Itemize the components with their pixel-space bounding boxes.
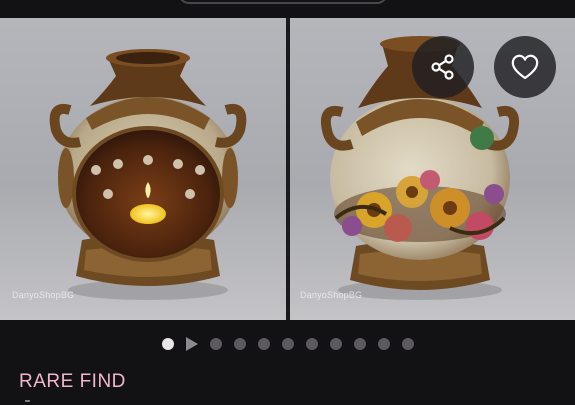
- pagination-dot-8[interactable]: [329, 338, 342, 350]
- heart-icon: [511, 54, 539, 80]
- pagination-dot-1[interactable]: [161, 338, 174, 350]
- share-icon: [431, 54, 454, 80]
- favorite-button[interactable]: [494, 36, 556, 98]
- pagination-dot-3[interactable]: [209, 338, 222, 350]
- play-video-icon[interactable]: [185, 337, 198, 351]
- pagination-dot-10[interactable]: [377, 338, 390, 350]
- vase-candle-image: [49, 49, 247, 300]
- pagination-dot-7[interactable]: [305, 338, 318, 350]
- rare-find-badge: RARE FIND: [19, 371, 126, 392]
- pagination-dot-11[interactable]: [401, 338, 414, 350]
- watermark-text: DanyoShopBG: [300, 290, 363, 300]
- pagination-dot-5[interactable]: [257, 338, 270, 350]
- gallery-photo-1[interactable]: DanyoShopBG: [0, 18, 286, 320]
- pagination-dot-4[interactable]: [233, 338, 246, 350]
- photo-gallery[interactable]: DanyoShopBG DanyoShopBG: [0, 18, 575, 320]
- share-button[interactable]: [412, 36, 474, 98]
- pagination-dot-6[interactable]: [281, 338, 294, 350]
- gallery-pagination[interactable]: [0, 334, 575, 354]
- top-pill: [178, 0, 388, 4]
- text-stub: [25, 400, 30, 402]
- pagination-dot-9[interactable]: [353, 338, 366, 350]
- watermark-text: DanyoShopBG: [12, 290, 75, 300]
